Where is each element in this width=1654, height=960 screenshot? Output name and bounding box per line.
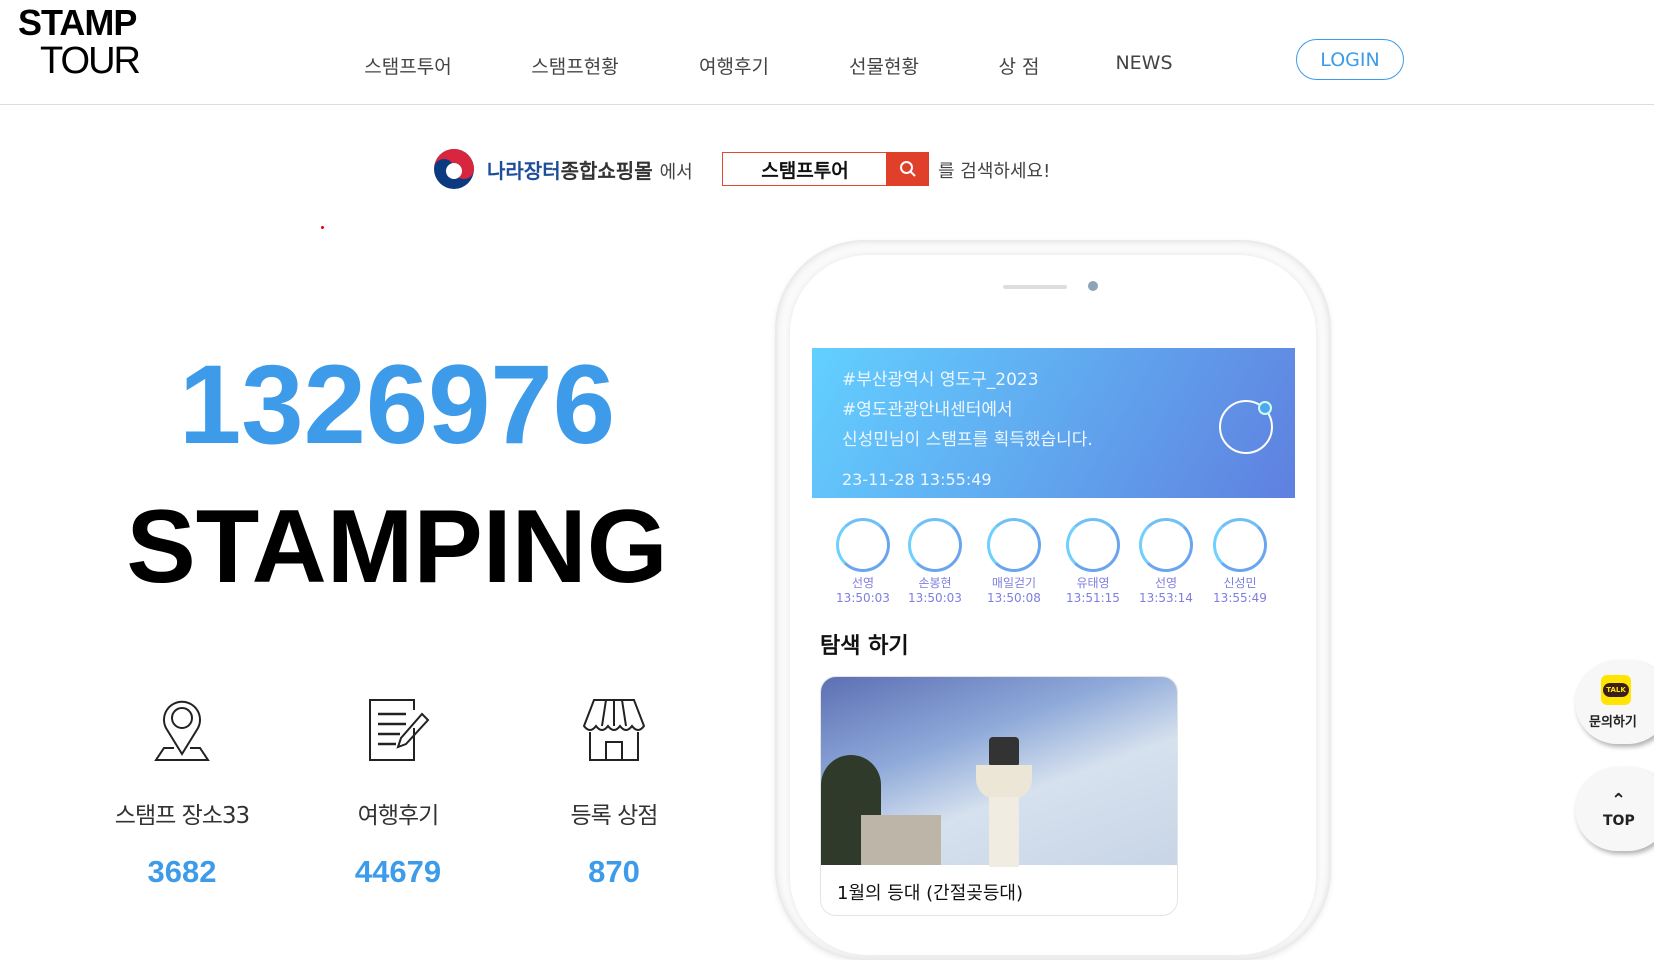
- logo-sub[interactable]: TOUR: [40, 40, 141, 83]
- logo[interactable]: STAMP: [18, 2, 137, 44]
- in-text: 에서: [659, 162, 693, 183]
- user-avatar: [1213, 518, 1267, 572]
- nav-stamp-status[interactable]: 스탬프현황: [531, 52, 618, 79]
- nav-news[interactable]: NEWS: [1115, 52, 1172, 74]
- recent-stamp-item[interactable]: 신성민 13:55:49: [1200, 518, 1280, 606]
- stat-reviews[interactable]: 여행후기 44679: [288, 698, 508, 890]
- recent-name: 선영: [1154, 576, 1178, 590]
- kakao-badge: TALK: [1603, 682, 1629, 697]
- building: [861, 815, 941, 865]
- kakao-talk-icon: TALK: [1601, 674, 1631, 705]
- top-label: TOP: [1603, 812, 1635, 829]
- search-input[interactable]: 스탬프투어: [722, 152, 888, 186]
- lighthouse-lamp: [989, 737, 1019, 767]
- recent-time: 13:50:08: [987, 591, 1041, 605]
- recent-name: 손봉현: [918, 576, 952, 590]
- user-avatar: [1066, 518, 1120, 572]
- nav-gifts[interactable]: 선물현황: [849, 52, 919, 79]
- card-title: 1월의 등대 (간절곶등대): [837, 883, 1023, 904]
- korea-emblem-icon: [434, 149, 474, 189]
- stat-stamp-places[interactable]: 스탬프 장소33 3682: [72, 698, 292, 890]
- recent-stamp-item[interactable]: 손봉현 13:50:03: [895, 518, 975, 606]
- explore-card[interactable]: 1월의 등대 (간절곶등대): [820, 676, 1178, 916]
- red-dot: [321, 226, 324, 229]
- stat-label: 스탬프 장소33: [114, 803, 250, 829]
- kakao-label: 문의하기: [1589, 714, 1637, 730]
- stat-label: 여행후기: [357, 803, 440, 829]
- header: STAMP TOUR 스탬프투어 스탬프현황 여행후기 선물현황 상 점 NEW…: [0, 0, 1654, 105]
- nav-reviews[interactable]: 여행후기: [699, 52, 769, 79]
- recent-time: 13:53:14: [1139, 591, 1193, 605]
- recent-time: 13:50:03: [908, 591, 962, 605]
- stat-shops[interactable]: 등록 상점 870: [504, 698, 724, 890]
- recent-name: 선영: [851, 576, 875, 590]
- top-button[interactable]: ⌃ TOP: [1575, 767, 1654, 851]
- kakao-inquiry-button[interactable]: TALK 문의하기: [1575, 660, 1654, 744]
- phone-speaker: [1003, 285, 1067, 289]
- chevron-up-icon: ⌃: [1611, 789, 1627, 811]
- stat-label: 등록 상점: [570, 803, 659, 829]
- brand-dark: 종합쇼핑몰: [560, 159, 653, 183]
- search-hint: 를 검색하세요!: [938, 161, 1051, 182]
- brand-blue: 나라장터: [487, 159, 561, 183]
- recent-stamp-item[interactable]: 선영 13:53:14: [1126, 518, 1206, 606]
- explore-title: 탐색 하기: [820, 634, 909, 659]
- nara-shopping-mall[interactable]: 나라장터종합쇼핑몰 에서: [487, 155, 693, 184]
- nav-stamp-tour[interactable]: 스탬프투어: [364, 52, 451, 79]
- recent-time: 13:50:03: [836, 591, 890, 605]
- login-button[interactable]: LOGIN: [1296, 39, 1404, 80]
- recent-name: 신성민: [1223, 576, 1257, 590]
- recent-stamp-item[interactable]: 유태영 13:51:15: [1053, 518, 1133, 606]
- document-edit-icon: [369, 699, 430, 761]
- stat-value: 44679: [354, 854, 442, 889]
- stat-value: 870: [588, 854, 640, 889]
- user-avatar: [987, 518, 1041, 572]
- recent-stamp-item[interactable]: 선영 13:50:03: [823, 518, 903, 606]
- lighthouse-tower: [989, 797, 1019, 867]
- user-avatar: [908, 518, 962, 572]
- user-avatar: [836, 518, 890, 572]
- stat-value: 3682: [147, 854, 217, 889]
- recent-stamp-item[interactable]: 매일걷기 13:50:08: [974, 518, 1054, 606]
- lighthouse-photo: [821, 677, 1177, 867]
- recent-time: 13:55:49: [1213, 591, 1267, 605]
- store-icon: [582, 699, 646, 761]
- nav-shop[interactable]: 상 점: [999, 52, 1040, 79]
- recent-name: 유태영: [1076, 576, 1110, 590]
- user-badge-icon: [1258, 401, 1272, 415]
- map-pin-icon: [154, 700, 210, 761]
- banner-time: 23-11-28 13:55:49: [842, 470, 992, 489]
- search-button[interactable]: [886, 152, 929, 186]
- recent-time: 13:51:15: [1066, 591, 1120, 605]
- stamp-count: 1326976: [178, 342, 616, 467]
- banner-line: #부산광역시 영도구_2023: [842, 370, 1039, 390]
- user-avatar: [1139, 518, 1193, 572]
- recent-name: 매일걷기: [991, 576, 1037, 590]
- phone-camera: [1088, 281, 1098, 291]
- search-icon: [899, 161, 916, 177]
- lighthouse-deck: [976, 765, 1032, 799]
- stamping-label: STAMPING: [126, 489, 668, 605]
